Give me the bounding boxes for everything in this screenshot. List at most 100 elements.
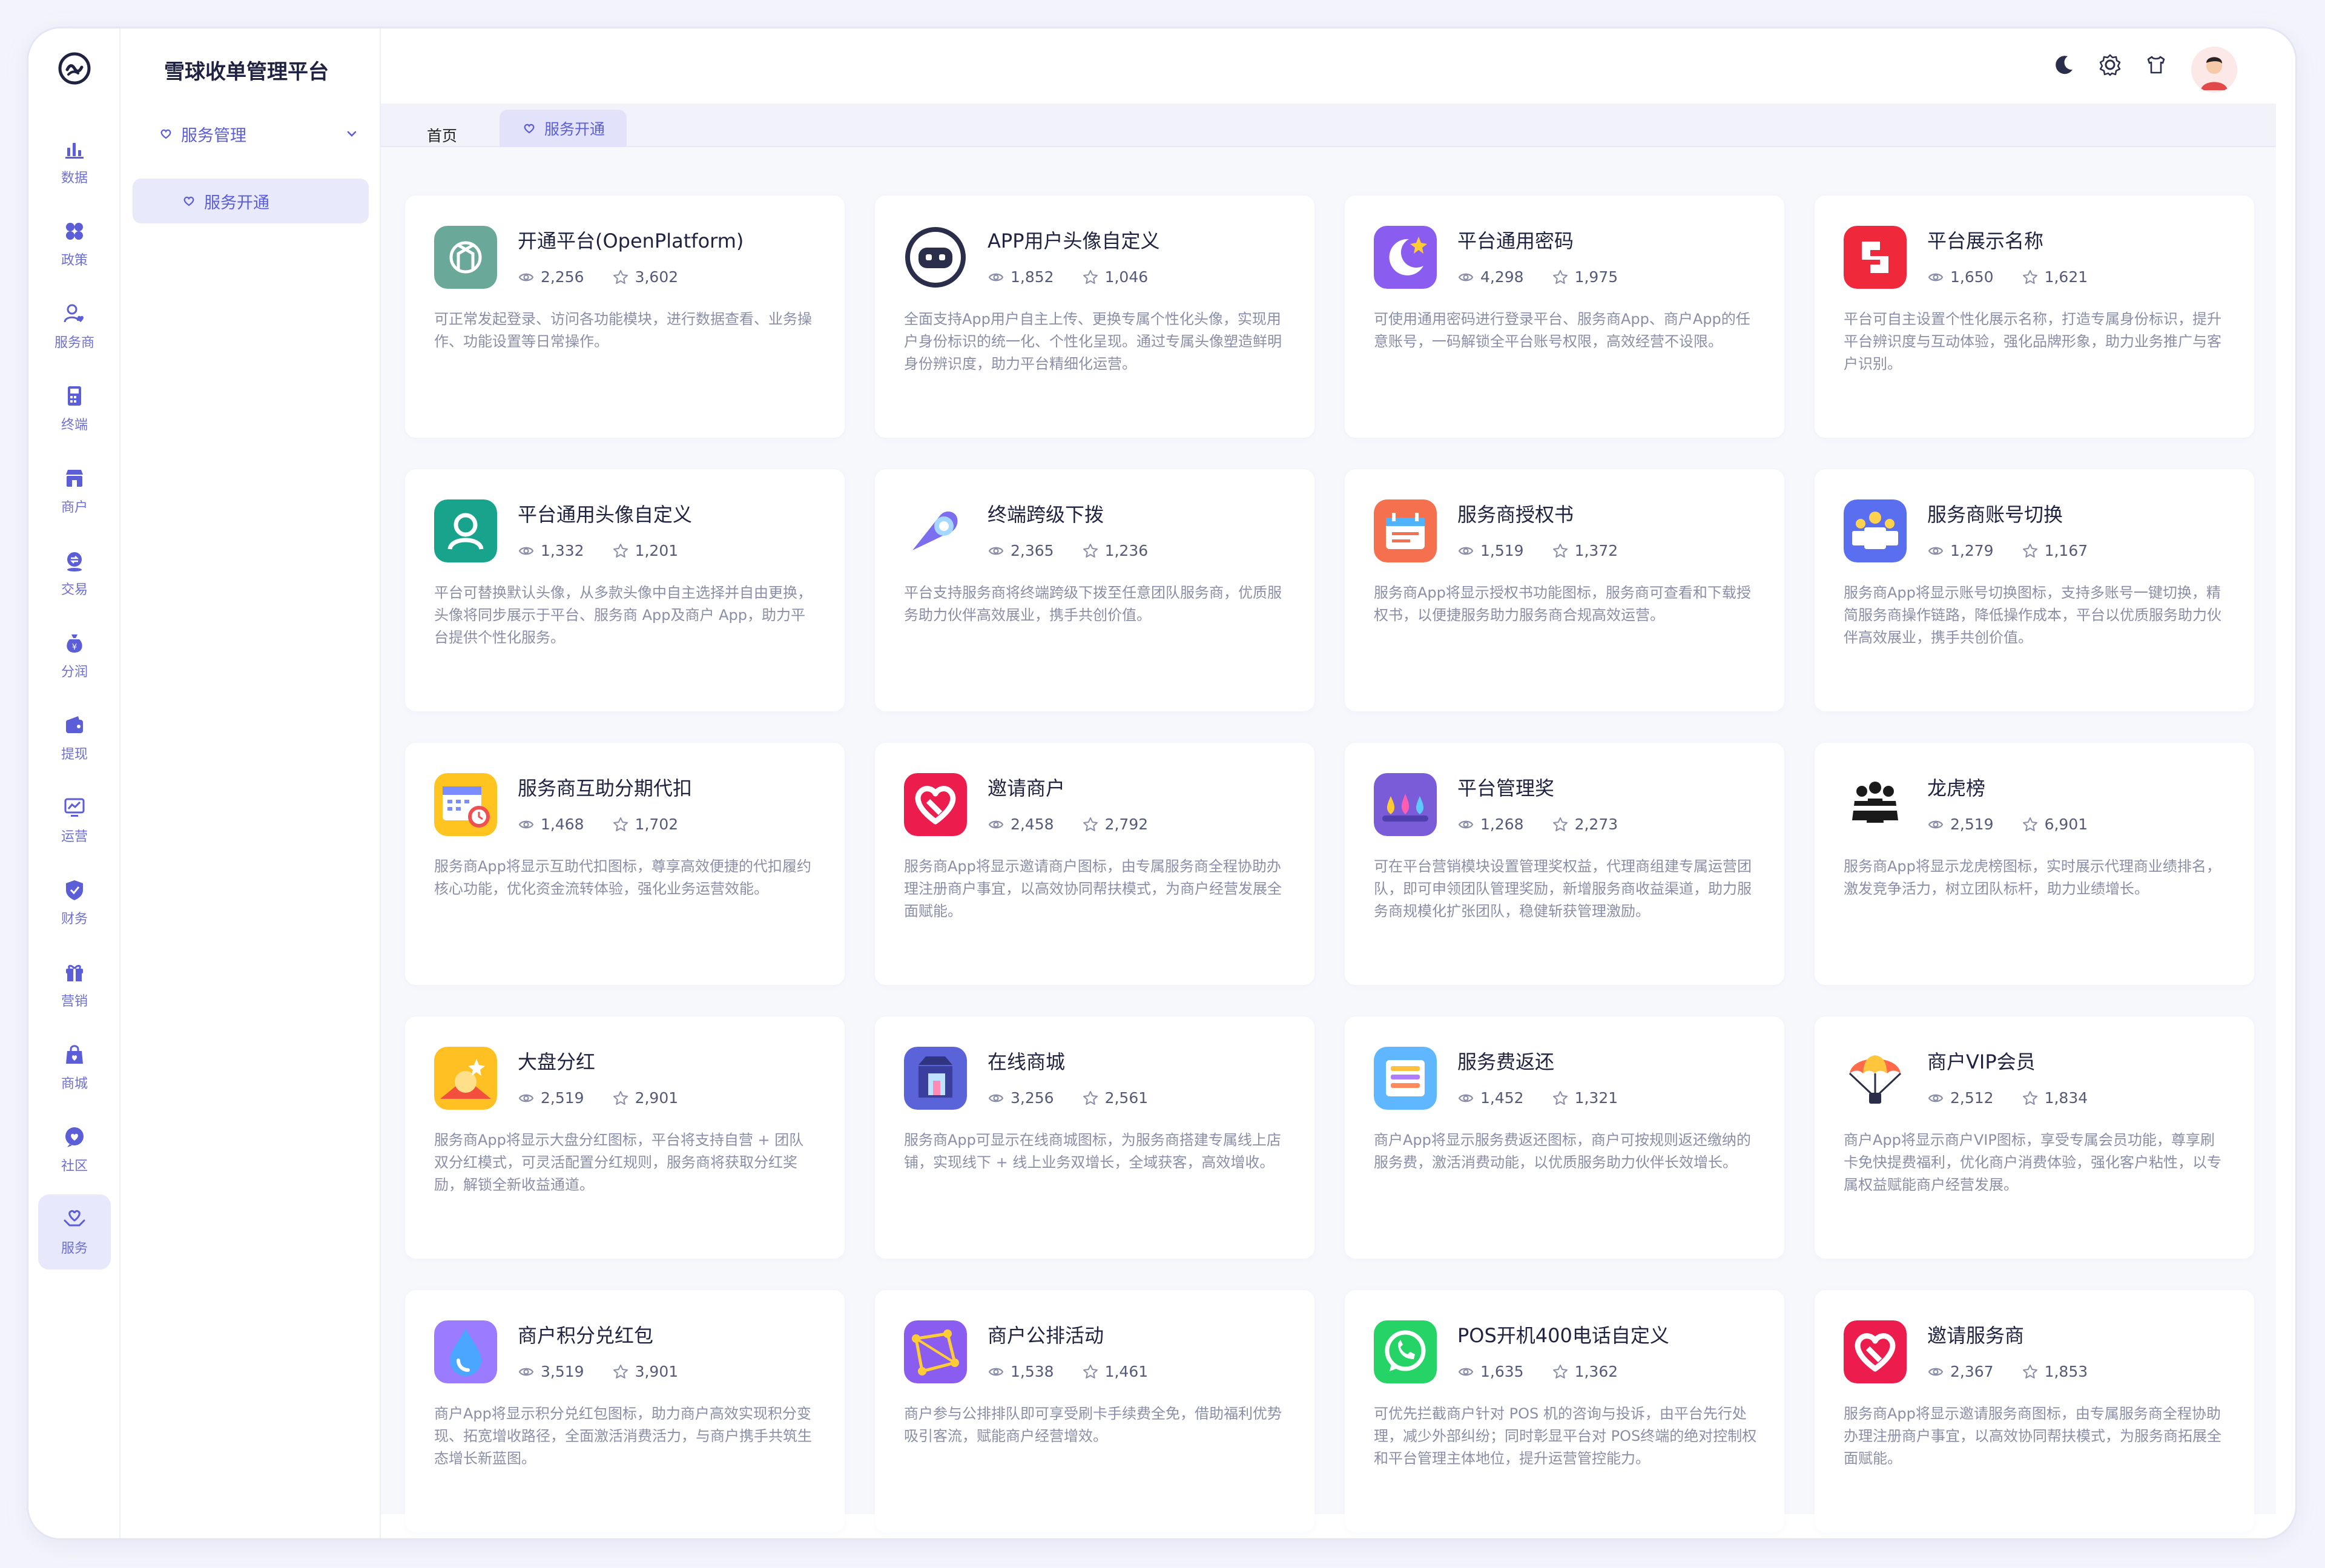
avatar[interactable]: [2191, 47, 2237, 93]
rail-item-label: 服务商: [54, 335, 94, 351]
tab-service-activation[interactable]: 服务开通: [500, 110, 627, 147]
star-count: 1,236: [1104, 542, 1149, 559]
service-card[interactable]: 服务商互助分期代扣 1,468 1,702 服务商App将显示互助代扣图标，尊享高效便…: [405, 743, 845, 985]
eye-icon: [988, 1368, 1004, 1375]
star-icon[interactable]: [2022, 816, 2039, 833]
rail-item-chat-heart[interactable]: 社区: [38, 1112, 111, 1187]
star-icon[interactable]: [2022, 269, 2039, 286]
star-icon[interactable]: [1552, 269, 1569, 286]
service-card[interactable]: 平台通用密码 4,298 1,975 可使用通用密码进行登录平台、服务商App、商户A…: [1345, 196, 1784, 438]
card-stats: 1,538 1,461: [988, 1363, 1148, 1380]
rail-item-exchange[interactable]: 交易: [38, 536, 111, 611]
star-icon[interactable]: [1082, 269, 1099, 286]
service-card[interactable]: 邀请服务商 2,367 1,853 服务商App将显示邀请服务商图标，由专属服务商全程…: [1815, 1290, 2254, 1532]
moon-icon[interactable]: [2052, 53, 2076, 77]
star-icon[interactable]: [612, 542, 629, 559]
view-count: 1,538: [1011, 1363, 1054, 1380]
service-card[interactable]: 服务商账号切换 1,279 1,167 服务商App将显示账号切换图标，支持多账号一键…: [1815, 469, 2254, 711]
star-icon[interactable]: [1082, 542, 1099, 559]
card-description: 商户参与公排排队即可享受刷卡手续费全免，借助福利优势吸引客流，赋能商户经营增效。: [904, 1405, 1282, 1444]
tshirt-icon[interactable]: [2144, 53, 2168, 77]
crowd-icon: [1844, 773, 1907, 836]
rail-item-wallet[interactable]: 提现: [38, 700, 111, 776]
rail-item-pos-terminal[interactable]: 终端: [38, 371, 111, 446]
service-card[interactable]: 服务费返还 1,452 1,321 商户App将显示服务费返还图标，商户可按规则返还缴…: [1345, 1016, 1784, 1259]
eye-icon: [518, 273, 534, 281]
card-stats: 1,635 1,362: [1457, 1363, 1618, 1380]
star-icon[interactable]: [1082, 1090, 1099, 1107]
card-stats: 1,468 1,702: [518, 815, 678, 833]
grid-icon: [66, 223, 83, 240]
rail-item-label: 终端: [61, 418, 88, 433]
star-count: 1,975: [1574, 268, 1618, 286]
service-card[interactable]: 在线商城 3,256 2,561 服务商App可显示在线商城图标，为服务商搭建专属线上…: [875, 1016, 1314, 1259]
star-icon[interactable]: [1552, 1090, 1569, 1107]
view-count: 1,519: [1480, 542, 1524, 559]
card-title: POS开机400电话自定义: [1457, 1324, 1669, 1347]
card-description: 可使用通用密码进行登录平台、服务商App、商户App的任意账号，一码解锁全平台账…: [1374, 311, 1750, 350]
service-card[interactable]: 邀请商户 2,458 2,792 服务商App将显示邀请商户图标，由专属服务商全程协助…: [875, 743, 1314, 985]
gift-icon: [66, 964, 83, 981]
star-icon[interactable]: [612, 1090, 629, 1107]
heart-invite-icon: [1844, 1320, 1907, 1383]
star-icon[interactable]: [2022, 1363, 2039, 1380]
star-icon[interactable]: [1082, 1363, 1099, 1380]
gear-icon[interactable]: [2098, 53, 2122, 77]
service-card[interactable]: 商户公排活动 1,538 1,461 商户参与公排排队即可享受刷卡手续费全免，借助福利…: [875, 1290, 1314, 1532]
chevron-down-icon[interactable]: [345, 127, 359, 141]
card-description: 服务商App将显示账号切换图标，支持多账号一键切换，精简服务商操作链路，降低操作…: [1844, 584, 2221, 646]
star-icon[interactable]: [1552, 542, 1569, 559]
rail-item-hand-heart[interactable]: 服务: [38, 1194, 111, 1270]
star-count: 3,901: [635, 1363, 679, 1380]
service-card[interactable]: APP用户头像自定义 1,852 1,046 全面支持App用户自主上传、更换专属个性…: [875, 196, 1314, 438]
rail-item-user-heart[interactable]: 服务商: [38, 289, 111, 364]
shield-icon: [66, 880, 83, 900]
eye-icon: [518, 1368, 534, 1375]
service-card[interactable]: 龙虎榜 2,519 6,901 服务商App将显示龙虎榜图标，实时展示代理商业绩排名，…: [1815, 743, 2254, 985]
star-icon[interactable]: [1552, 1363, 1569, 1380]
menu-item-service-activation[interactable]: 服务开通: [133, 179, 369, 223]
star-icon[interactable]: [612, 816, 629, 833]
rail-item-label: 营销: [61, 994, 88, 1009]
service-card[interactable]: 平台展示名称 1,650 1,621 平台可自主设置个性化展示名称，打造专属身份标识，…: [1815, 196, 2254, 438]
card-title: 服务费返还: [1457, 1050, 1555, 1073]
menu-group-service-management[interactable]: 服务管理: [133, 112, 369, 156]
store-icon: [66, 470, 83, 487]
app-logo-icon[interactable]: [58, 51, 91, 85]
exchange-icon: [67, 552, 82, 572]
hand-heart-icon: [524, 124, 535, 134]
star-icon[interactable]: [2022, 1090, 2039, 1107]
service-card[interactable]: 平台通用头像自定义 1,332 1,201 平台可替换默认头像，从多款头像中自主选择并…: [405, 469, 845, 711]
star-count: 1,834: [2044, 1089, 2088, 1107]
rail-item-grid[interactable]: 政策: [38, 206, 111, 282]
card-description: 服务商App将显示授权书功能图标，服务商可查看和下载授权书，以便捷服务助力服务商…: [1374, 584, 1751, 624]
star-icon[interactable]: [1082, 816, 1099, 833]
service-card[interactable]: 终端跨级下拨 2,365 1,236 平台支持服务商将终端跨级下拨至任意团队服务商，优…: [875, 469, 1314, 711]
rail-item-shield[interactable]: 财务: [38, 865, 111, 940]
star-icon[interactable]: [612, 269, 629, 286]
rail-item-store[interactable]: 商户: [38, 453, 111, 529]
star-count: 2,273: [1574, 815, 1618, 833]
card-description: 商户App将显示服务费返还图标，商户可按规则返还缴纳的服务费，激活消费动能，以优…: [1374, 1132, 1751, 1171]
rail-item-money-bag[interactable]: ¥ 分润: [38, 618, 111, 693]
rail-item-shopping-bag[interactable]: 商城: [38, 1030, 111, 1105]
tab-home[interactable]: 首页: [405, 110, 479, 147]
rail-item-monitor-chart[interactable]: 运营: [38, 783, 111, 858]
star-icon[interactable]: [2022, 542, 2039, 559]
service-card[interactable]: 平台管理奖 1,268 2,273 可在平台营销模块设置管理奖权益，代理商组建专属运营…: [1345, 743, 1784, 985]
rail-item-bar-chart[interactable]: 数据: [38, 124, 111, 199]
service-card[interactable]: 服务商授权书 1,519 1,372 服务商App将显示授权书功能图标，服务商可查看和…: [1345, 469, 1784, 711]
rail-item-gift[interactable]: 营销: [38, 947, 111, 1023]
eye-icon: [1928, 273, 1944, 281]
star-icon[interactable]: [1552, 816, 1569, 833]
service-card[interactable]: 开通平台(OpenPlatform) 2,256 3,602 可正常发起登录、访问各功…: [405, 196, 845, 438]
card-description: 全面支持App用户自主上传、更换专属个性化头像，实现用户身份标识的统一化、个性化…: [904, 311, 1282, 372]
view-count: 4,298: [1480, 268, 1524, 286]
eye-icon: [1458, 273, 1474, 281]
service-card[interactable]: 商户积分兑红包 3,519 3,901 商户App将显示积分兑红包图标，助力商户高效实…: [405, 1290, 845, 1532]
service-card[interactable]: POS开机400电话自定义 1,635 1,362 可优先拦截商户针对 POS 机的咨…: [1345, 1290, 1784, 1532]
service-card[interactable]: 商户VIP会员 2,512 1,834 商户App将显示商户VIP图标，享受专属会员功…: [1815, 1016, 2254, 1259]
star-icon[interactable]: [612, 1363, 629, 1380]
card-title: 终端跨级下拨: [988, 503, 1104, 526]
service-card[interactable]: 大盘分红 2,519 2,901 服务商App将显示大盘分红图标，平台将支持自营 + …: [405, 1016, 845, 1259]
